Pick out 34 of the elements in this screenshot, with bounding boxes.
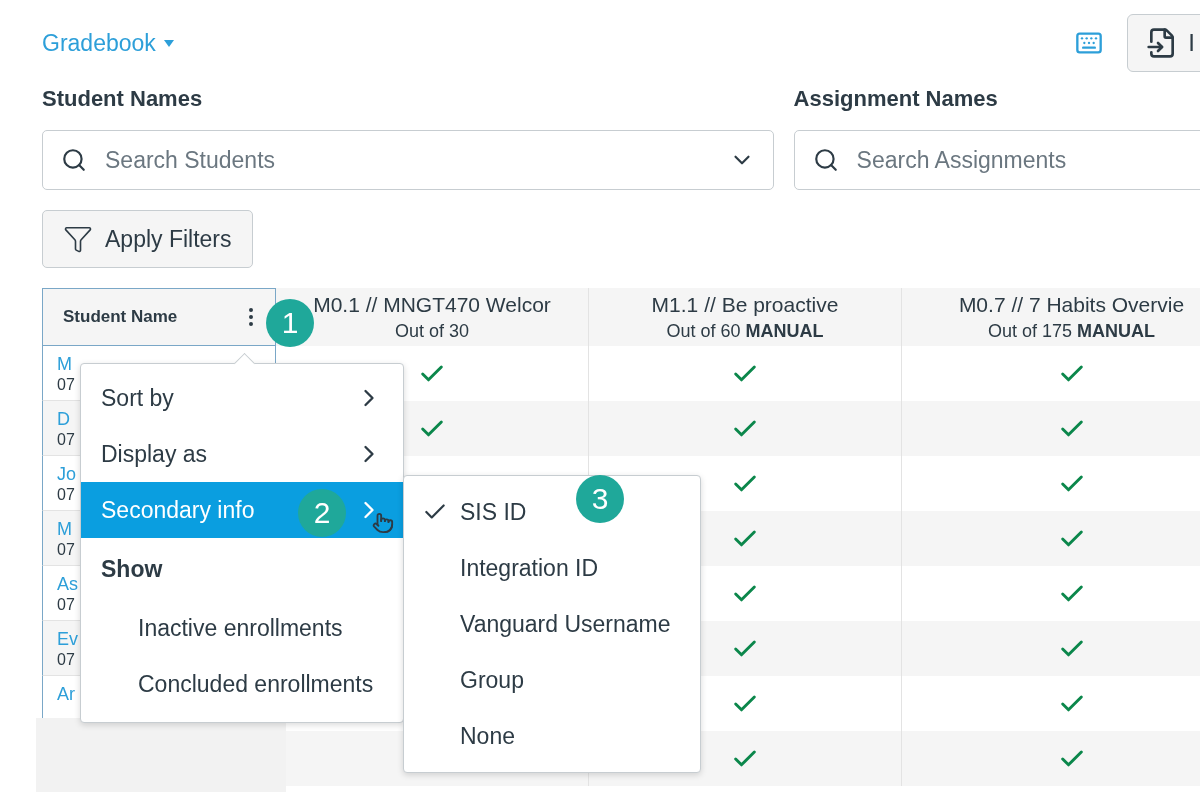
submenu-item[interactable]: None (404, 708, 533, 764)
import-button[interactable]: I (1127, 14, 1200, 72)
submenu-item[interactable]: Vanguard Username (404, 596, 689, 652)
assignment-title: M0.7 // 7 Habits Overvie (958, 292, 1185, 317)
caret-icon (163, 39, 174, 47)
field-label: Assignment Names (793, 86, 999, 112)
submenu-item[interactable]: Integration ID (404, 540, 617, 596)
apply-filters-button[interactable]: Apply Filters (42, 210, 253, 268)
filter-icon (63, 224, 93, 254)
menu-item[interactable]: Sort by (81, 370, 403, 426)
assignment-title: M0.1 // MNGT470 Welcor (313, 292, 551, 317)
search-box[interactable]: Search Assignments (793, 130, 1200, 190)
menu-item[interactable]: Inactive enrollments (81, 600, 403, 656)
column-title: Student Name (63, 307, 178, 327)
secondary-info: 07 (57, 486, 76, 504)
menu-heading: Show (100, 554, 164, 584)
field-label: Student Names (42, 86, 204, 112)
hand-cursor-icon (372, 512, 394, 534)
secondary-info: 07 (57, 596, 76, 614)
points-text: Out of 30 (394, 320, 470, 342)
assignment-title: M1.1 // Be proactive (651, 292, 839, 317)
secondary-info: 07 (57, 376, 76, 394)
points-text: Out of 175 MANUAL (987, 320, 1156, 342)
secondary-info: 07 (57, 431, 76, 449)
search-icon (812, 147, 839, 173)
secondary-info: 07 (57, 651, 76, 669)
submenu-item[interactable]: Group (404, 652, 542, 708)
search-icon (61, 147, 87, 173)
secondary-info: 07 (57, 541, 76, 559)
menu-item[interactable]: Display as (81, 426, 403, 482)
submenu-item[interactable]: SIS ID (404, 484, 545, 540)
points-text: Out of 60 MANUAL (666, 320, 824, 342)
search-box[interactable]: Search Students (42, 130, 774, 190)
menu-item[interactable]: Concluded enrollments (81, 656, 403, 712)
